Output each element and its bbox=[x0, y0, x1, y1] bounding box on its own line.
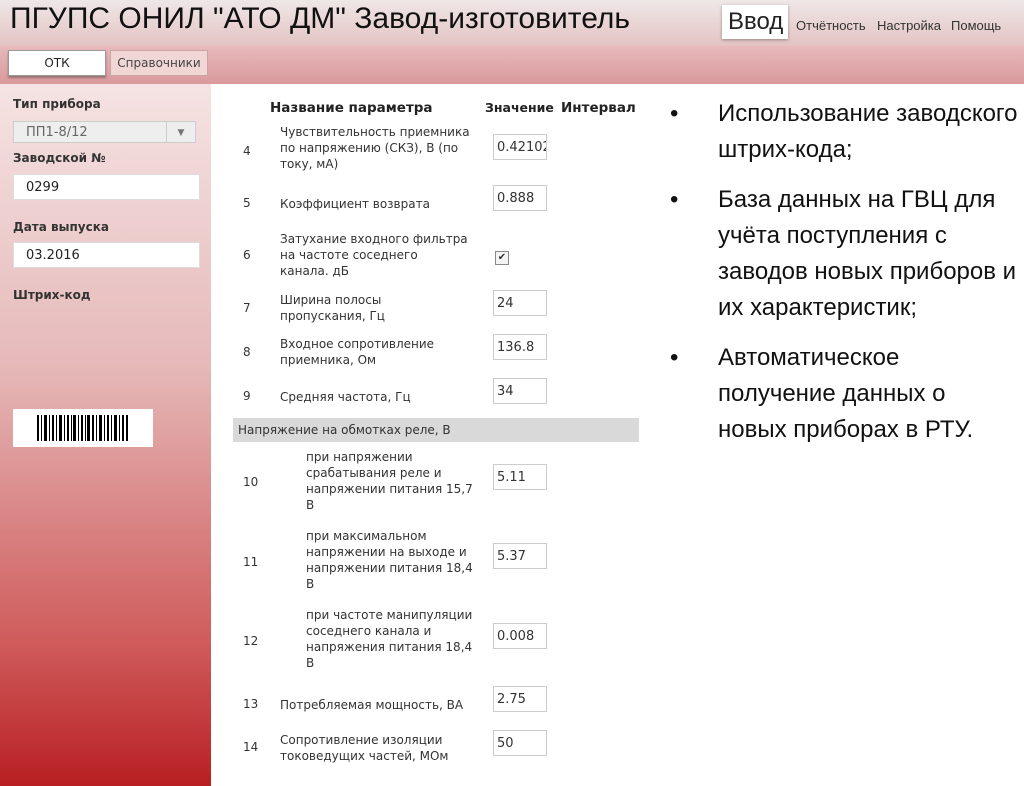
bullet-text: Автоматическое получение данных о новых … bbox=[718, 344, 974, 443]
value-input[interactable]: 0.888 bbox=[493, 185, 547, 211]
param-name: при частоте манипуляции соседнего канала… bbox=[306, 608, 473, 670]
serial-input[interactable]: 0299 bbox=[13, 174, 200, 200]
row-number: 14 bbox=[243, 740, 259, 754]
barcode-image bbox=[13, 409, 153, 447]
value-input[interactable]: 136.8 bbox=[493, 334, 547, 360]
row-number: 5 bbox=[243, 196, 251, 210]
row-number: 12 bbox=[243, 634, 259, 648]
value-input[interactable]: 5.37 bbox=[493, 543, 547, 569]
value-input[interactable]: 24 bbox=[493, 290, 547, 316]
menu-input[interactable]: Ввод bbox=[722, 5, 788, 39]
app-title: ПГУПС ОНИЛ "АТО ДМ" Завод-изготовитель bbox=[10, 2, 631, 35]
device-type-label: Тип прибора bbox=[13, 97, 101, 111]
device-type-select[interactable]: ПП1-8/12 ▼ bbox=[13, 121, 196, 143]
tab-references[interactable]: Справочники bbox=[110, 50, 208, 76]
row-number: 13 bbox=[243, 697, 259, 711]
value-input[interactable]: 5.11 bbox=[493, 464, 547, 490]
value-input[interactable]: 0.008 bbox=[493, 623, 547, 649]
check-icon[interactable]: ✔ bbox=[495, 251, 509, 265]
menu-reports[interactable]: Отчётность bbox=[796, 18, 866, 33]
param-name: Затухание входного фильтра на частоте со… bbox=[280, 232, 468, 278]
param-name: Средняя частота, Гц bbox=[280, 390, 411, 404]
bullet-list: • Использование заводского штрих-кода; •… bbox=[660, 96, 1020, 462]
row-number: 9 bbox=[243, 389, 251, 403]
chevron-down-icon[interactable]: ▼ bbox=[166, 122, 195, 142]
title-bar: ПГУПС ОНИЛ "АТО ДМ" Завод-изготовитель В… bbox=[0, 0, 1024, 46]
date-input[interactable]: 03.2016 bbox=[13, 242, 200, 268]
bullet-text: База данных на ГВЦ для учёта поступления… bbox=[718, 186, 1017, 321]
value-input[interactable]: 34 bbox=[493, 378, 547, 404]
param-name: Коэффициент возврата bbox=[280, 197, 430, 211]
device-type-value: ПП1-8/12 bbox=[26, 125, 88, 140]
tab-bar: ОТК Справочники bbox=[0, 46, 1024, 84]
bullet-icon: • bbox=[670, 186, 679, 213]
header-interval: Интервал bbox=[561, 100, 636, 116]
menu-settings[interactable]: Настройка bbox=[877, 18, 941, 33]
bullet-item: • Автоматическое получение данных о новы… bbox=[660, 340, 1020, 448]
param-name: Входное сопротивление приемника, Ом bbox=[280, 337, 435, 367]
header-name: Название параметра bbox=[270, 100, 433, 116]
tab-otk[interactable]: ОТК bbox=[8, 50, 106, 76]
value-input[interactable]: 2.75 bbox=[493, 686, 547, 712]
barcode-label: Штрих-код bbox=[13, 288, 91, 302]
row-number: 8 bbox=[243, 345, 251, 359]
param-name: при максимальном напряжении на выходе и … bbox=[306, 529, 473, 591]
serial-label: Заводской № bbox=[13, 151, 106, 165]
row-number: 4 bbox=[243, 144, 251, 158]
param-name: Сопротивление изоляции токоведущих часте… bbox=[280, 733, 449, 763]
row-number: 7 bbox=[243, 301, 251, 315]
value-input[interactable]: 50 bbox=[493, 730, 547, 756]
param-name: Потребляемая мощность, ВА bbox=[280, 698, 464, 712]
menu-help[interactable]: Помощь bbox=[951, 18, 1001, 33]
header-value: Значение bbox=[485, 100, 554, 115]
bullet-item: • База данных на ГВЦ для учёта поступлен… bbox=[660, 182, 1020, 326]
row-number: 6 bbox=[243, 248, 251, 262]
row-number: 10 bbox=[243, 475, 259, 489]
value-input[interactable]: 0.42102 bbox=[493, 134, 547, 160]
date-label: Дата выпуска bbox=[13, 220, 109, 234]
param-name: Чувствительность приемника по напряжению… bbox=[280, 125, 470, 171]
bullet-icon: • bbox=[670, 344, 679, 371]
row-number: 11 bbox=[243, 555, 259, 569]
bullet-item: • Использование заводского штрих-кода; bbox=[660, 96, 1020, 168]
param-name: при напряжении срабатывания реле и напря… bbox=[306, 450, 473, 512]
group-header: Напряжение на обмотках реле, В bbox=[233, 418, 639, 442]
bullet-icon: • bbox=[670, 100, 679, 127]
param-name: Ширина полосы пропускания, Гц bbox=[280, 293, 385, 323]
bullet-text: Использование заводского штрих-кода; bbox=[718, 100, 1018, 163]
